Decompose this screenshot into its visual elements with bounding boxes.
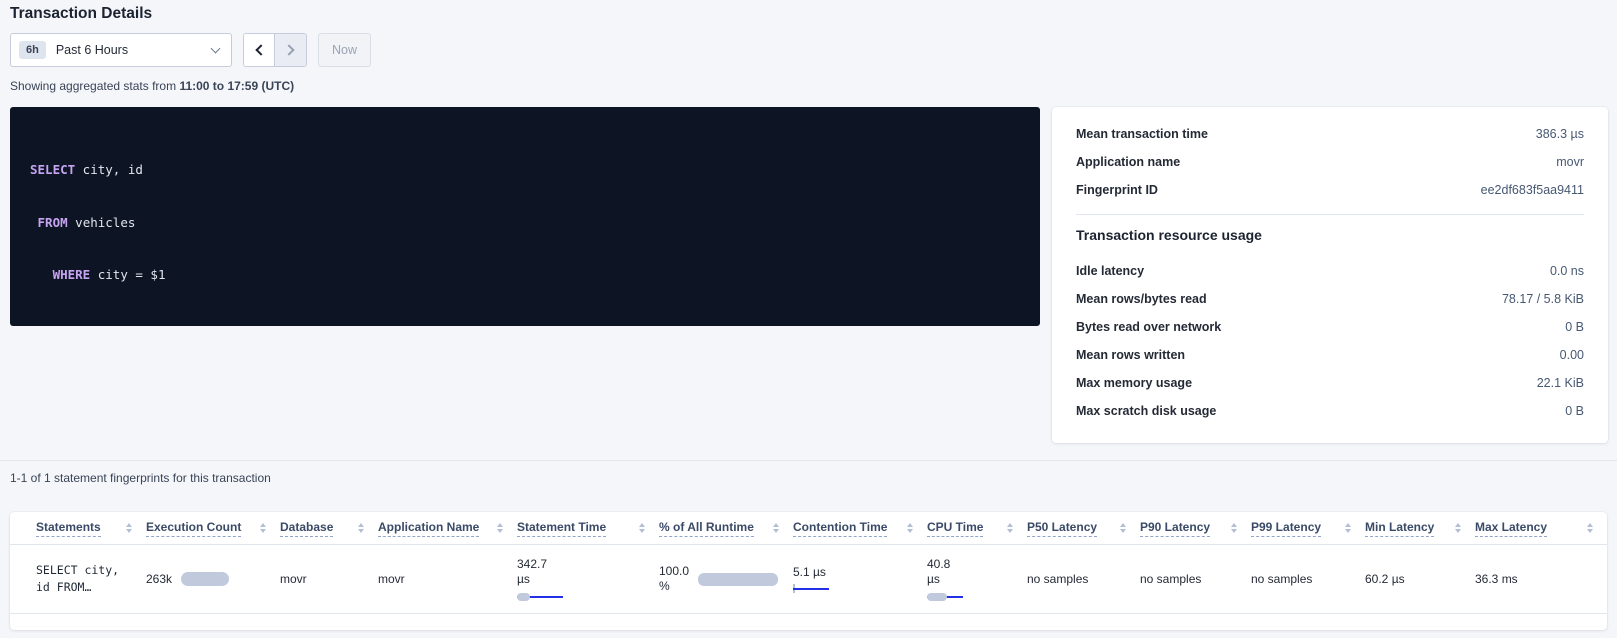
sort-icon[interactable] [124,521,134,535]
chevron-down-icon [211,43,221,53]
p99-latency-cell: no samples [1251,572,1365,586]
column-header-max-latency[interactable]: Max Latency [1475,520,1607,537]
sql-keyword: WHERE [53,267,91,282]
sort-icon[interactable] [771,521,781,535]
previous-interval-button[interactable] [244,34,275,66]
column-header-p90-latency[interactable]: P90 Latency [1140,520,1251,537]
cpu-time-cell: 40.8µs [927,557,1027,602]
p90-latency-cell: no samples [1140,572,1251,586]
table-header-row: Statements Execution Count Database Appl… [10,512,1607,545]
time-range-label: Past 6 Hours [56,43,212,57]
sort-icon[interactable] [1118,521,1128,535]
usage-row-bytes-read-over-network: Bytes read over network 0 B [1076,313,1584,341]
column-header-p50-latency[interactable]: P50 Latency [1027,520,1140,537]
statements-table: Statements Execution Count Database Appl… [10,512,1607,630]
column-header-application-name[interactable]: Application Name [378,520,517,537]
caption-time-range: 11:00 to 17:59 (UTC) [179,79,294,93]
column-header-cpu-time[interactable]: CPU Time [927,520,1027,537]
statement-fingerprint-link[interactable]: SELECT city,id FROM… [36,562,146,596]
next-interval-button[interactable] [275,34,306,66]
database-cell: movr [280,572,378,586]
column-header-database[interactable]: Database [280,520,378,537]
min-latency-cell: 60.2 µs [1365,572,1475,586]
sort-icon[interactable] [1453,521,1463,535]
usage-row-max-memory-usage: Max memory usage 22.1 KiB [1076,369,1584,397]
resource-usage-title: Transaction resource usage [1076,227,1584,243]
transaction-sql-statement: SELECT city, id FROM vehicles WHERE city… [10,107,1040,326]
sql-line: SELECT city, id [30,161,1020,179]
chevron-left-icon [255,44,266,55]
transaction-summary-card: Mean transaction time 386.3 µs Applicati… [1052,107,1608,443]
column-header-statements[interactable]: Statements [36,520,146,537]
column-header-contention-time[interactable]: Contention Time [793,520,927,537]
table-row: SELECT city,id FROM… 263k movr movr 342.… [10,545,1607,614]
time-toolbar: 6h Past 6 Hours Now [10,33,371,67]
now-button[interactable]: Now [318,33,371,67]
statements-count-caption: 1-1 of 1 statement fingerprints for this… [10,471,271,485]
execution-count-cell: 263k [146,572,280,586]
summary-divider [1076,214,1584,215]
contention-time-bar [793,584,829,594]
time-range-badge: 6h [19,41,46,59]
statement-time-bar [517,592,563,602]
chevron-right-icon [283,44,294,55]
application-name-cell: movr [378,572,517,586]
usage-row-mean-rows-bytes-read: Mean rows/bytes read 78.17 / 5.8 KiB [1076,285,1584,313]
sql-keyword: FROM [38,215,68,230]
column-header-execution-count[interactable]: Execution Count [146,520,280,537]
time-nav-group [243,33,307,67]
caption-prefix: Showing aggregated stats from [10,79,179,93]
sort-icon[interactable] [905,521,915,535]
pct-runtime-cell: 100.0% [659,564,793,594]
pct-runtime-bar [698,573,778,586]
time-range-dropdown[interactable]: 6h Past 6 Hours [10,33,232,67]
contention-time-cell: 5.1 µs [793,565,927,594]
usage-row-max-scratch-disk-usage: Max scratch disk usage 0 B [1076,397,1584,425]
cpu-time-bar [927,592,963,602]
sort-icon[interactable] [1343,521,1353,535]
page-title: Transaction Details [10,5,152,23]
column-header-pct-runtime[interactable]: % of All Runtime [659,520,793,537]
sort-icon[interactable] [356,521,366,535]
column-header-min-latency[interactable]: Min Latency [1365,520,1475,537]
aggregated-stats-caption: Showing aggregated stats from 11:00 to 1… [10,79,294,93]
summary-row-fingerprint-id: Fingerprint ID ee2df683f5aa9411 [1076,176,1584,204]
sort-icon[interactable] [1585,521,1595,535]
summary-row-application-name: Application name movr [1076,148,1584,176]
summary-row-mean-transaction-time: Mean transaction time 386.3 µs [1076,120,1584,148]
sort-icon[interactable] [495,521,505,535]
sort-icon[interactable] [1229,521,1239,535]
column-header-statement-time[interactable]: Statement Time [517,520,659,537]
sort-icon[interactable] [258,521,268,535]
usage-row-idle-latency: Idle latency 0.0 ns [1076,257,1584,285]
sort-icon[interactable] [637,521,647,535]
sort-icon[interactable] [1005,521,1015,535]
p50-latency-cell: no samples [1027,572,1140,586]
section-divider [0,460,1617,461]
sql-line: FROM vehicles [30,214,1020,232]
sql-keyword: SELECT [30,162,75,177]
usage-row-mean-rows-written: Mean rows written 0.00 [1076,341,1584,369]
sql-line: WHERE city = $1 [30,266,1020,284]
execution-count-bar [181,572,229,586]
column-header-p99-latency[interactable]: P99 Latency [1251,520,1365,537]
max-latency-cell: 36.3 ms [1475,572,1607,586]
statement-time-cell: 342.7µs [517,557,659,602]
